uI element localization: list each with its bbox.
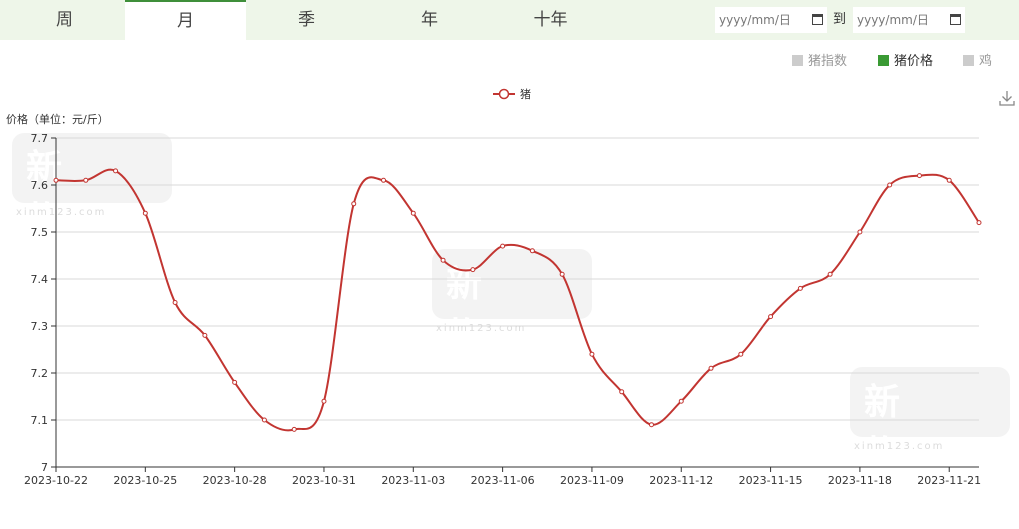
x-tick-label: 2023-11-06	[471, 474, 535, 487]
tab-quarter[interactable]: 季	[246, 0, 367, 40]
switch-pig-price[interactable]: 猪价格	[878, 52, 933, 72]
tab-year[interactable]: 年	[369, 0, 490, 40]
watermark-url: xinm123.com	[436, 323, 527, 334]
data-point[interactable]	[500, 243, 506, 249]
x-tick-label: 2023-11-21	[917, 474, 981, 487]
x-tick-label: 2023-11-15	[739, 474, 803, 487]
data-point[interactable]	[381, 177, 387, 183]
data-point[interactable]	[589, 351, 595, 357]
chart-legend[interactable]: 猪	[493, 88, 531, 101]
data-point[interactable]	[202, 332, 208, 338]
x-tick-label: 2023-10-25	[113, 474, 177, 487]
switch-marker-icon	[792, 55, 803, 66]
calendar-icon[interactable]	[950, 14, 961, 25]
switch-marker-icon	[963, 55, 974, 66]
data-point[interactable]	[768, 314, 774, 320]
data-point[interactable]	[976, 220, 982, 226]
watermark-url: xinm123.com	[854, 441, 945, 452]
start-date-placeholder: yyyy/mm/日	[719, 13, 791, 27]
switch-label: 猪价格	[894, 54, 934, 69]
data-point[interactable]	[708, 365, 714, 371]
data-point[interactable]	[887, 182, 893, 188]
data-point[interactable]	[827, 271, 833, 277]
y-axis-label: 价格（单位：元/斤）	[6, 112, 109, 126]
data-point[interactable]	[351, 201, 357, 207]
data-point[interactable]	[946, 177, 952, 183]
watermark-url: xinm123.com	[16, 207, 107, 218]
x-tick-label: 2023-11-12	[649, 474, 713, 487]
y-tick-label: 7.3	[31, 320, 49, 333]
data-point[interactable]	[410, 210, 416, 216]
tab-week[interactable]: 周	[4, 0, 125, 40]
data-point[interactable]	[172, 300, 178, 305]
y-tick-label: 7	[41, 461, 48, 474]
data-point[interactable]	[738, 351, 744, 357]
data-point[interactable]	[678, 398, 684, 404]
tab-decade[interactable]: 十年	[490, 0, 611, 40]
data-point[interactable]	[142, 210, 148, 216]
switch-label: 鸡	[979, 54, 993, 69]
data-point[interactable]	[857, 229, 863, 235]
y-tick-label: 7.1	[31, 414, 49, 427]
x-tick-label: 2023-10-22	[24, 474, 88, 487]
date-range-separator: 到	[833, 12, 847, 27]
x-tick-label: 2023-10-28	[203, 474, 267, 487]
period-tab-bar: 周 月 季 年 十年 yyyy/mm/日 到 yyyy/mm/日	[0, 0, 1019, 40]
download-icon[interactable]	[998, 89, 1016, 107]
switch-label: 猪指数	[808, 54, 848, 69]
calendar-icon[interactable]	[812, 14, 823, 25]
switch-marker-icon	[878, 55, 889, 66]
switch-chicken[interactable]: 鸡	[963, 52, 992, 72]
data-point[interactable]	[619, 389, 625, 395]
x-tick-label: 2023-11-09	[560, 474, 624, 487]
tab-month[interactable]: 月	[125, 0, 246, 40]
data-point[interactable]	[261, 417, 267, 423]
data-point[interactable]	[232, 379, 238, 385]
y-tick-label: 7.2	[31, 367, 49, 380]
legend-marker-icon	[498, 88, 510, 100]
data-point[interactable]	[648, 422, 654, 428]
data-point[interactable]	[291, 426, 297, 432]
start-date-input[interactable]: yyyy/mm/日	[715, 7, 827, 33]
end-date-input[interactable]: yyyy/mm/日	[853, 7, 965, 33]
x-tick-label: 2023-10-31	[292, 474, 356, 487]
switch-pig-index[interactable]: 猪指数	[792, 52, 847, 72]
data-point[interactable]	[916, 173, 922, 179]
data-point[interactable]	[321, 398, 327, 404]
data-point[interactable]	[797, 285, 803, 291]
legend-label: 猪	[520, 88, 531, 101]
end-date-placeholder: yyyy/mm/日	[857, 13, 929, 27]
x-tick-label: 2023-11-03	[381, 474, 445, 487]
